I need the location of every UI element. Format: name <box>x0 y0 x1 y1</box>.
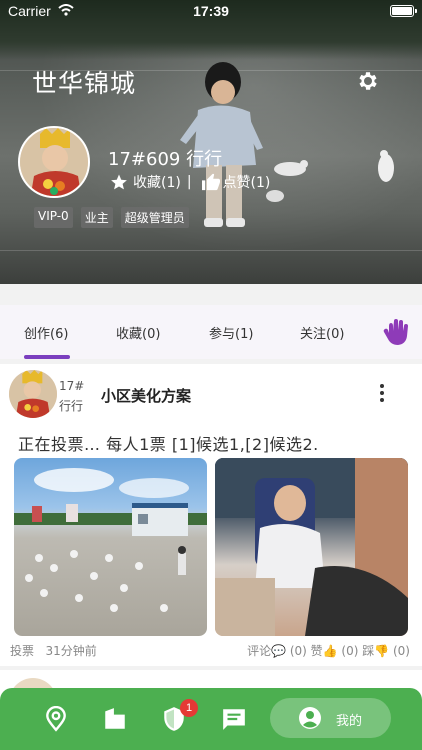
avatar[interactable] <box>18 126 90 198</box>
user-title: 17#609 行行 <box>108 149 223 170</box>
hand-icon[interactable] <box>383 318 409 346</box>
admin-badge: 超级管理员 <box>120 207 189 228</box>
notification-badge: 1 <box>180 699 198 717</box>
active-tab-indicator <box>24 355 70 359</box>
background-pigeon <box>274 160 308 176</box>
community-name: 世华锦城 <box>32 69 137 98</box>
battery-icon <box>390 5 417 17</box>
post-author-avatar[interactable] <box>9 370 57 418</box>
gear-icon[interactable] <box>356 69 380 93</box>
post-author-unit: 17# <box>59 379 85 393</box>
user-icon <box>299 707 321 729</box>
favorites-count[interactable]: 收藏(1) <box>133 172 181 192</box>
post-stats[interactable]: 评论💬 (0) 赞👍 (0) 踩👎 (0) <box>247 642 410 659</box>
post-title[interactable]: 小区美化方案 <box>101 385 191 406</box>
post-author-name: 行行 <box>59 399 84 413</box>
tab-favorites[interactable]: 收藏(0) <box>116 323 160 342</box>
message-icon[interactable] <box>221 706 247 732</box>
post-image-car[interactable] <box>215 458 408 636</box>
post-time: 31分钟前 <box>45 644 97 658</box>
thumbs-up-icon <box>201 173 220 191</box>
tab-bar: 创作(6) 收藏(0) 参与(1) 关注(0) <box>0 305 422 359</box>
mine-label: 我的 <box>336 714 363 729</box>
stats-divider: | <box>186 174 192 190</box>
post-type: 投票 <box>10 644 35 658</box>
post-meta: 投票 31分钟前 <box>10 642 97 659</box>
post-card[interactable]: 17# 行行 小区美化方案 正在投票… 每人1票 [1]候选1,[2]候选2. <box>0 364 422 666</box>
vip-badge: VIP-0 <box>34 207 73 228</box>
more-options-icon[interactable] <box>376 384 388 406</box>
tab-following[interactable]: 关注(0) <box>300 323 344 342</box>
owner-badge: 业主 <box>80 207 113 228</box>
background-pigeon <box>378 150 394 182</box>
tab-creations[interactable]: 创作(6) <box>24 323 68 342</box>
user-badges: VIP-0 业主 超级管理员 <box>34 207 189 228</box>
status-bar: Carrier 17:39 <box>0 0 422 24</box>
star-icon <box>111 174 127 190</box>
tab-mine[interactable]: 我的 <box>270 698 391 738</box>
tab-participation[interactable]: 参与(1) <box>209 323 253 342</box>
post-image-plaza[interactable] <box>14 458 207 636</box>
location-icon[interactable] <box>43 706 69 732</box>
profile-stats: 收藏(1) | 点赞(1) <box>110 172 270 192</box>
likes-count[interactable]: 点赞(1) <box>223 172 271 192</box>
clock: 17:39 <box>193 3 229 19</box>
post-content: 正在投票… 每人1票 [1]候选1,[2]候选2. <box>18 435 319 454</box>
building-icon[interactable] <box>102 706 128 732</box>
